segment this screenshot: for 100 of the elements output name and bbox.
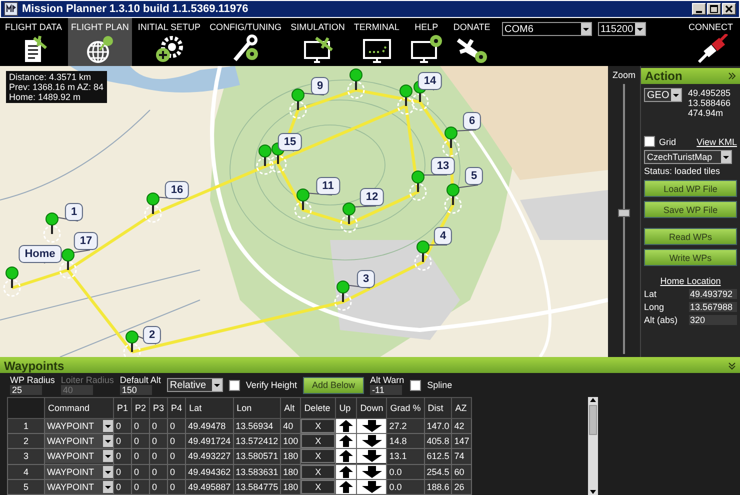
move-down-button[interactable] [357,449,386,464]
waypoint-pin-icon[interactable] [340,202,358,233]
waypoint-pin-icon[interactable] [294,188,312,219]
coordinate-mode-dropdown[interactable]: GEO [644,88,682,102]
move-up-button[interactable] [336,449,356,464]
altitude-mode-dropdown[interactable]: Relative [166,378,223,392]
command-dropdown[interactable]: WAYPOINT [45,449,113,464]
action-button[interactable]: Read WPs [644,228,737,245]
table-cell: 49.493227 [186,448,234,464]
delete-button[interactable]: X [301,480,336,494]
view-kml-link[interactable]: View KML [696,136,737,146]
waypoint-pin-icon[interactable] [3,266,21,297]
waypoint-pin-icon[interactable] [43,212,61,243]
maximize-icon [710,5,718,13]
move-down-button[interactable] [357,480,386,494]
scroll-down-icon[interactable] [589,489,598,495]
table-cell: 13.584775 [233,479,281,494]
move-down-button[interactable] [357,419,386,434]
app-logo-icon [4,2,18,16]
delete-button[interactable]: X [301,464,336,479]
command-dropdown[interactable]: WAYPOINT [45,434,113,448]
waypoint-pin-icon[interactable] [442,126,460,157]
map-info-text: Distance: 4.3571 km [9,72,92,82]
waypoint-pin-icon[interactable] [414,240,432,271]
move-up-button[interactable] [336,434,356,448]
collapse-icon[interactable] [728,72,736,80]
toolbar-tab[interactable]: HELP [405,18,448,66]
command-dropdown[interactable]: WAYPOINT [45,480,113,494]
action-button[interactable]: Load WP File [644,180,737,197]
waypoint-pin-icon[interactable] [59,248,77,279]
waypoint-pin-icon[interactable] [123,330,141,357]
scrollbar-thumb[interactable] [589,405,598,435]
table-cell: 13.56934 [233,418,281,434]
collapse-icon[interactable] [728,362,736,370]
delete-button[interactable]: X [301,434,336,448]
waypoint-pin-icon[interactable] [256,144,274,175]
grid-checkbox[interactable] [644,136,655,147]
table-cell: 27.2 [386,418,424,434]
column-header: Lat [186,398,234,418]
table-cell: 0.0 [386,479,424,494]
move-up-button[interactable] [336,419,356,434]
table-cell: 49.491724 [186,434,234,449]
toolbar-tab[interactable]: INITIAL SETUP [134,18,204,66]
toolbar-tab[interactable]: FLIGHT PLAN [68,18,132,66]
waypoint-pin-icon[interactable] [289,88,307,119]
waypoint-label: 9 [310,77,330,95]
down-arrow-icon [360,435,383,448]
down-arrow-icon [360,420,383,432]
toolbar-tab[interactable]: DONATE [450,18,494,66]
port-dropdown[interactable]: COM6 [502,22,592,36]
maximize-button[interactable] [707,3,721,15]
scrollbar[interactable] [588,397,598,495]
column-header: Delete [300,398,336,418]
move-up-button[interactable] [336,480,356,494]
action-button[interactable]: Write WPs [644,249,737,266]
toolbar-tab[interactable]: CONFIG/TUNING [206,18,285,66]
waypoint-pin-icon[interactable] [409,170,427,201]
move-up-button[interactable] [336,464,356,479]
row-header: 2 [8,434,44,449]
spline-checkbox[interactable] [410,380,422,390]
minimize-button[interactable] [692,3,706,15]
waypoint-pin-icon[interactable] [397,84,415,115]
close-button[interactable] [722,3,736,15]
toolbar-tab[interactable]: TERMINAL [350,18,402,66]
table-cell: 147.0 [424,418,452,434]
zoom-slider-thumb[interactable] [618,208,630,216]
map-type-dropdown[interactable]: CzechTuristMap [644,150,732,164]
command-dropdown[interactable]: WAYPOINT [45,419,113,434]
waypoint-pin-icon[interactable] [144,192,162,223]
toolbar-tab[interactable]: FLIGHT DATA [2,18,66,66]
input-field[interactable]: 13.567988 [689,302,737,312]
input-field[interactable]: 25 [10,385,42,395]
close-icon [725,5,733,13]
delete-button[interactable]: X [301,449,336,464]
table-cell: 49.494362 [186,464,234,480]
caret-icon [721,151,731,163]
add-below-button[interactable]: Add Below [302,376,364,394]
caret-icon [671,89,681,101]
delete-button[interactable]: X [301,419,336,434]
input-field[interactable]: -11 [370,385,402,395]
scroll-up-icon[interactable] [589,397,598,403]
input-field[interactable]: 49.493792 [689,289,737,299]
waypoint-pin-icon[interactable] [444,184,462,214]
move-down-button[interactable] [357,434,386,448]
up-arrow-icon [338,480,354,493]
move-down-button[interactable] [357,464,386,479]
down-arrow-icon [360,480,383,493]
waypoint-label: 16 [164,181,190,199]
waypoint-pin-icon[interactable] [334,280,352,311]
toolbar-tab[interactable]: SIMULATION [288,18,348,66]
command-dropdown[interactable]: WAYPOINT [45,464,113,479]
connect-button[interactable]: CONNECT [686,18,736,66]
baud-dropdown[interactable]: 115200 [598,22,646,36]
verify-height-checkbox[interactable] [228,380,240,390]
input-field[interactable]: 150 [120,385,152,395]
waypoint-pin-icon[interactable] [347,68,365,99]
table-cell: 13.583631 [233,464,281,480]
waypoint-label: 12 [360,188,384,206]
action-button[interactable]: Save WP File [644,201,737,218]
input-field[interactable]: 320 [689,315,737,325]
